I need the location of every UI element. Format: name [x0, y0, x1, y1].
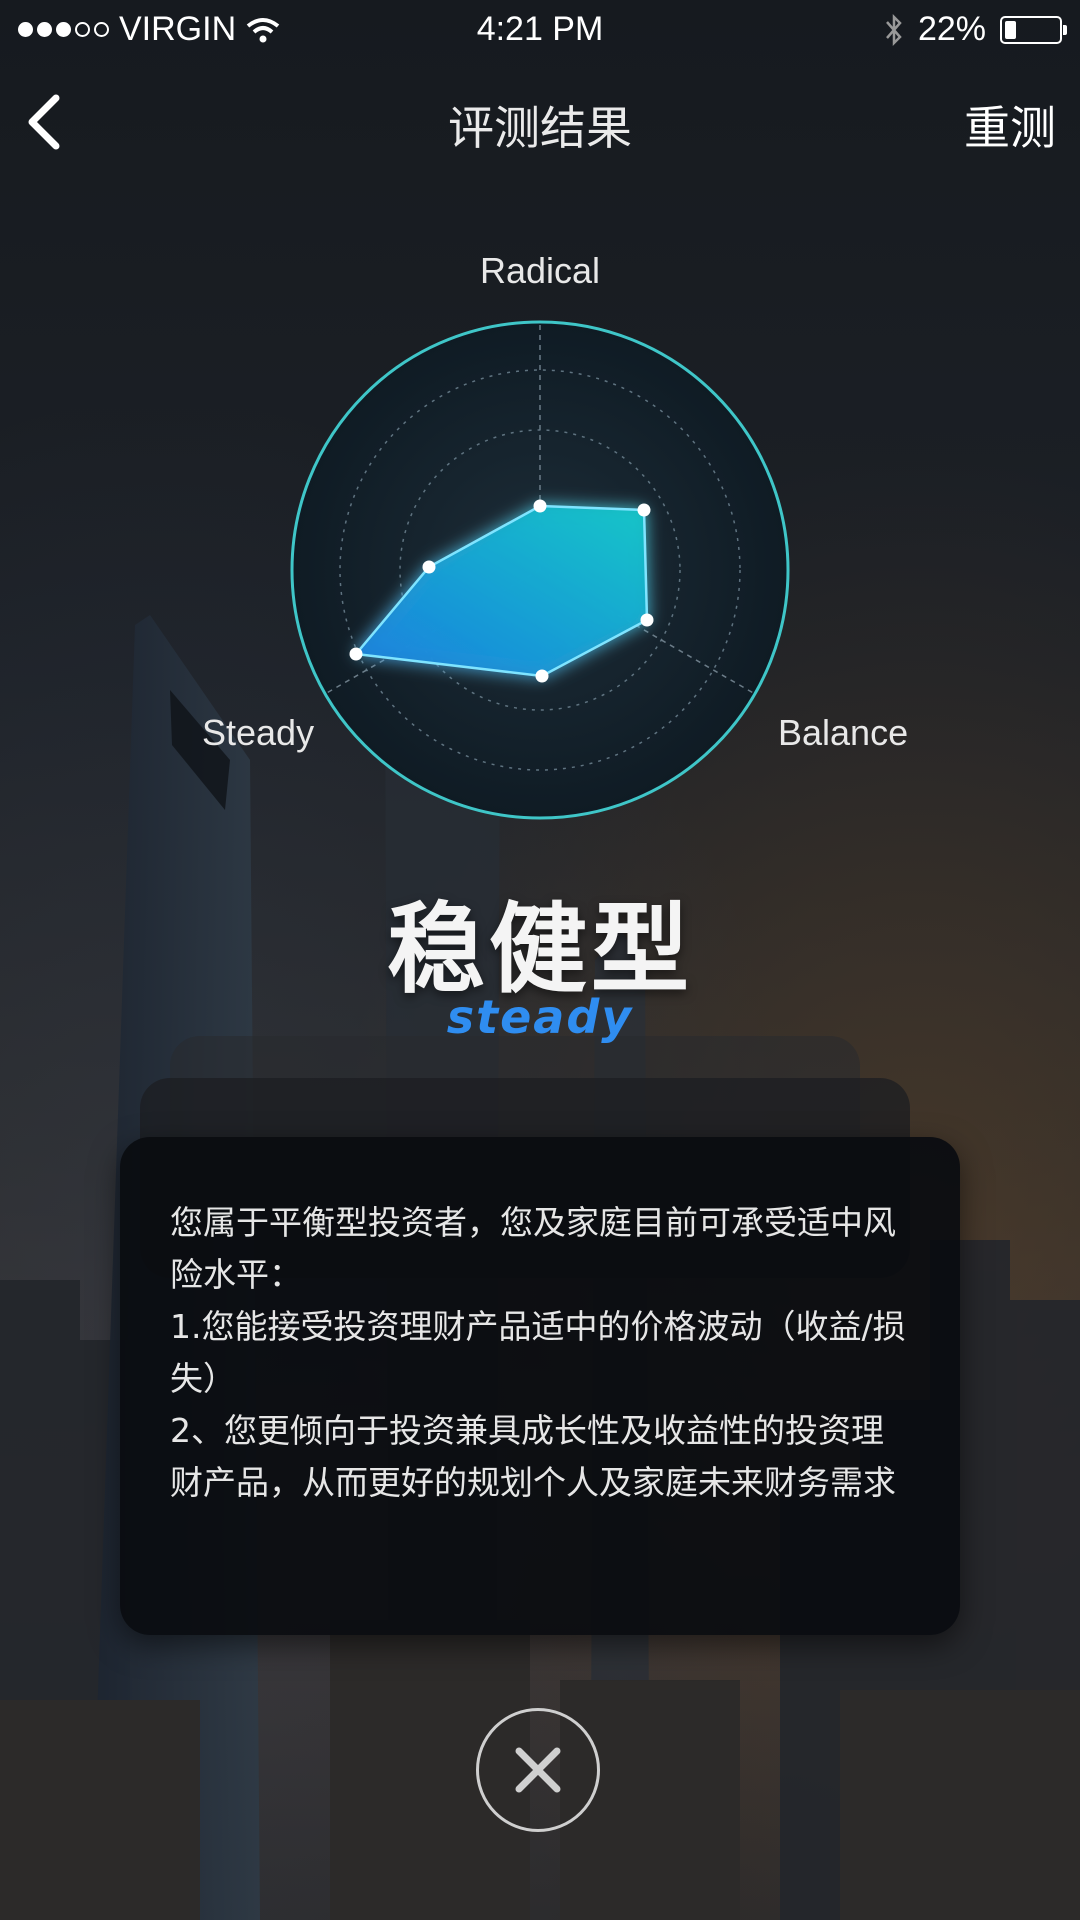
- radar-vertex: [640, 613, 654, 627]
- battery-icon: [1000, 15, 1067, 44]
- radar-vertex: [533, 499, 547, 513]
- description-line: 您属于平衡型投资者，您及家庭目前可承受适中风险水平：: [170, 1203, 896, 1294]
- close-icon: [515, 1747, 561, 1793]
- description-line: 2、您更倾向于投资兼具成长性及收益性的投资理财产品，从而更好的规划个人及家庭未来…: [170, 1411, 896, 1502]
- radar-vertex: [349, 647, 363, 661]
- description-line: 1.您能接受投资理财产品适中的价格波动（收益/损失）: [170, 1307, 906, 1398]
- axis-label-radical: Radical: [479, 250, 601, 291]
- radar-vertex: [637, 503, 651, 517]
- status-bar: VIRGIN 4:21 PM 22%: [0, 0, 1080, 64]
- retest-button[interactable]: 重测: [964, 92, 1056, 158]
- bluetooth-icon: [885, 13, 902, 46]
- radar-vertex: [535, 669, 549, 683]
- status-right: 22%: [884, 10, 1067, 49]
- risk-radar-chart: Radical Balance Steady: [0, 230, 1080, 830]
- radar-plot: [290, 320, 790, 820]
- radar-vertex: [422, 560, 436, 574]
- battery-percent: 22%: [917, 10, 986, 48]
- nav-bar: 评测结果 重测: [0, 80, 1080, 160]
- page-title: 评测结果: [448, 101, 632, 155]
- result-type-subtitle: steady: [446, 990, 634, 1044]
- description-card: 您属于平衡型投资者，您及家庭目前可承受适中风险水平： 1.您能接受投资理财产品适…: [120, 1137, 960, 1635]
- description-text: 您属于平衡型投资者，您及家庭目前可承受适中风险水平： 1.您能接受投资理财产品适…: [170, 1197, 910, 1509]
- close-button[interactable]: [476, 1708, 600, 1832]
